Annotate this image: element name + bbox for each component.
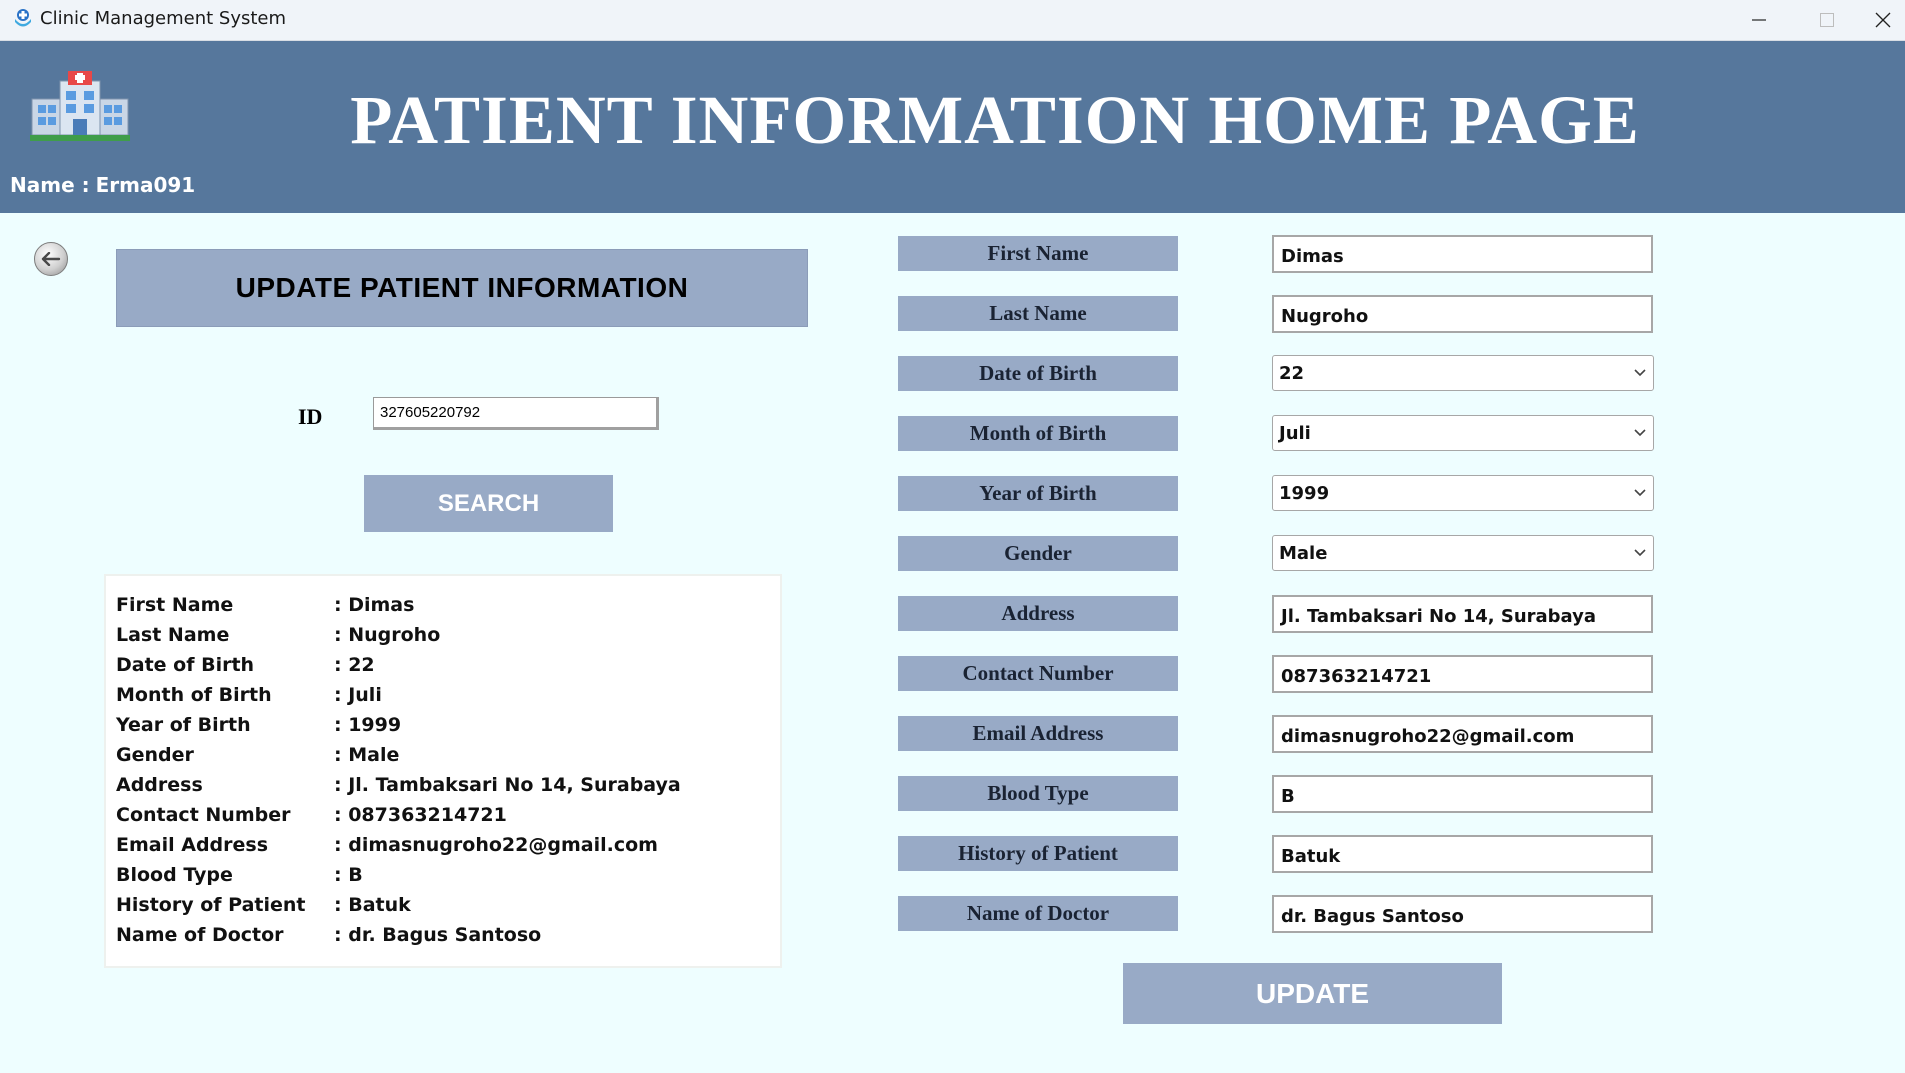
select-value: Juli xyxy=(1279,422,1311,444)
summary-row: History of Patient : Batuk xyxy=(116,890,780,920)
minimize-button[interactable] xyxy=(1725,0,1793,40)
email-address-field[interactable]: dimasnugroho22@gmail.com xyxy=(1272,715,1653,753)
patient-id-input[interactable] xyxy=(373,397,659,430)
label-name-of-doctor: Name of Doctor xyxy=(898,896,1178,931)
summary-row: Date of Birth : 22 xyxy=(116,650,780,680)
select-value: 22 xyxy=(1279,362,1305,384)
back-arrow-icon xyxy=(41,252,61,266)
blood-type-field[interactable]: B xyxy=(1272,775,1653,813)
year-of-birth-select[interactable]: 1999 xyxy=(1272,475,1654,511)
summary-row: Address : Jl. Tambaksari No 14, Surabaya xyxy=(116,770,780,800)
summary-label: Last Name xyxy=(116,624,230,646)
user-info: Name : Erma091 xyxy=(10,173,201,197)
last-name-field[interactable]: Nugroho xyxy=(1272,295,1653,333)
month-of-birth-select[interactable]: Juli xyxy=(1272,415,1654,451)
close-button[interactable] xyxy=(1861,0,1905,40)
summary-value: : Jl. Tambaksari No 14, Surabaya xyxy=(334,774,681,796)
section-title: UPDATE PATIENT INFORMATION xyxy=(116,249,808,327)
summary-row: Contact Number : 087363214721 xyxy=(116,800,780,830)
user-name: Erma091 xyxy=(95,173,196,197)
search-button[interactable]: SEARCH xyxy=(364,475,613,532)
maximize-button[interactable] xyxy=(1793,0,1861,40)
label-history-of-patient: History of Patient xyxy=(898,836,1178,871)
label-blood-type: Blood Type xyxy=(898,776,1178,811)
summary-value: : 1999 xyxy=(334,714,402,736)
chevron-down-icon xyxy=(1634,369,1646,377)
summary-label: Month of Birth xyxy=(116,684,272,706)
summary-value: : B xyxy=(334,864,363,886)
label-contact-number: Contact Number xyxy=(898,656,1178,691)
history-of-patient-field[interactable]: Batuk xyxy=(1272,835,1653,873)
window-title: Clinic Management System xyxy=(40,8,287,29)
gender-select[interactable]: Male xyxy=(1272,535,1654,571)
label-date-of-birth: Date of Birth xyxy=(898,356,1178,391)
summary-label: First Name xyxy=(116,594,234,616)
name-of-doctor-field[interactable]: dr. Bagus Santoso xyxy=(1272,895,1653,933)
summary-label: History of Patient xyxy=(116,894,306,916)
minimize-icon xyxy=(1752,19,1766,21)
select-value: Male xyxy=(1279,542,1328,564)
update-button[interactable]: UPDATE xyxy=(1123,963,1502,1024)
summary-value: : dr. Bagus Santoso xyxy=(334,924,542,946)
label-year-of-birth: Year of Birth xyxy=(898,476,1178,511)
label-email-address: Email Address xyxy=(898,716,1178,751)
label-last-name: Last Name xyxy=(898,296,1178,331)
summary-label: Gender xyxy=(116,744,194,766)
patient-summary-panel: First Name : Dimas Last Name : Nugroho Date … xyxy=(104,574,782,968)
summary-row: Blood Type : B xyxy=(116,860,780,890)
close-icon xyxy=(1875,12,1891,28)
summary-value: : Juli xyxy=(334,684,382,706)
label-address: Address xyxy=(898,596,1178,631)
page-title: PATIENT INFORMATION HOME PAGE xyxy=(350,82,1640,158)
label-first-name: First Name xyxy=(898,236,1178,271)
summary-row: Name of Doctor : dr. Bagus Santoso xyxy=(116,920,780,950)
label-month-of-birth: Month of Birth xyxy=(898,416,1178,451)
summary-value: : Nugroho xyxy=(334,624,441,646)
summary-label: Email Address xyxy=(116,834,269,856)
contact-number-field[interactable]: 087363214721 xyxy=(1272,655,1653,693)
chevron-down-icon xyxy=(1634,489,1646,497)
summary-label: Blood Type xyxy=(116,864,233,886)
user-label: Name : xyxy=(10,173,90,197)
summary-value: : dimasnugroho22@gmail.com xyxy=(334,834,658,856)
clinic-app-icon xyxy=(15,9,31,27)
back-button[interactable] xyxy=(34,242,68,276)
summary-row: Gender : Male xyxy=(116,740,780,770)
id-label: ID xyxy=(298,404,323,429)
chevron-down-icon xyxy=(1634,429,1646,437)
summary-row: First Name : Dimas xyxy=(116,590,780,620)
summary-row: Email Address : dimasnugroho22@gmail.com xyxy=(116,830,780,860)
summary-label: Name of Doctor xyxy=(116,924,284,946)
summary-value: : Batuk xyxy=(334,894,411,916)
summary-value: : Male xyxy=(334,744,400,766)
page-header: PATIENT INFORMATION HOME PAGE Name : Erma… xyxy=(0,41,1905,213)
summary-label: Year of Birth xyxy=(116,714,251,736)
summary-value: : 22 xyxy=(334,654,375,676)
window-titlebar: Clinic Management System xyxy=(0,0,1905,41)
summary-label: Date of Birth xyxy=(116,654,255,676)
summary-value: : 087363214721 xyxy=(334,804,507,826)
summary-label: Contact Number xyxy=(116,804,291,826)
summary-row: Year of Birth : 1999 xyxy=(116,710,780,740)
chevron-down-icon xyxy=(1634,549,1646,557)
address-field[interactable]: Jl. Tambaksari No 14, Surabaya xyxy=(1272,595,1653,633)
summary-row: Month of Birth : Juli xyxy=(116,680,780,710)
summary-row: Last Name : Nugroho xyxy=(116,620,780,650)
summary-value: : Dimas xyxy=(334,594,415,616)
summary-label: Address xyxy=(116,774,203,796)
label-gender: Gender xyxy=(898,536,1178,571)
select-value: 1999 xyxy=(1279,482,1330,504)
maximize-icon xyxy=(1820,13,1834,27)
first-name-field[interactable]: Dimas xyxy=(1272,235,1653,273)
date-of-birth-select[interactable]: 22 xyxy=(1272,355,1654,391)
